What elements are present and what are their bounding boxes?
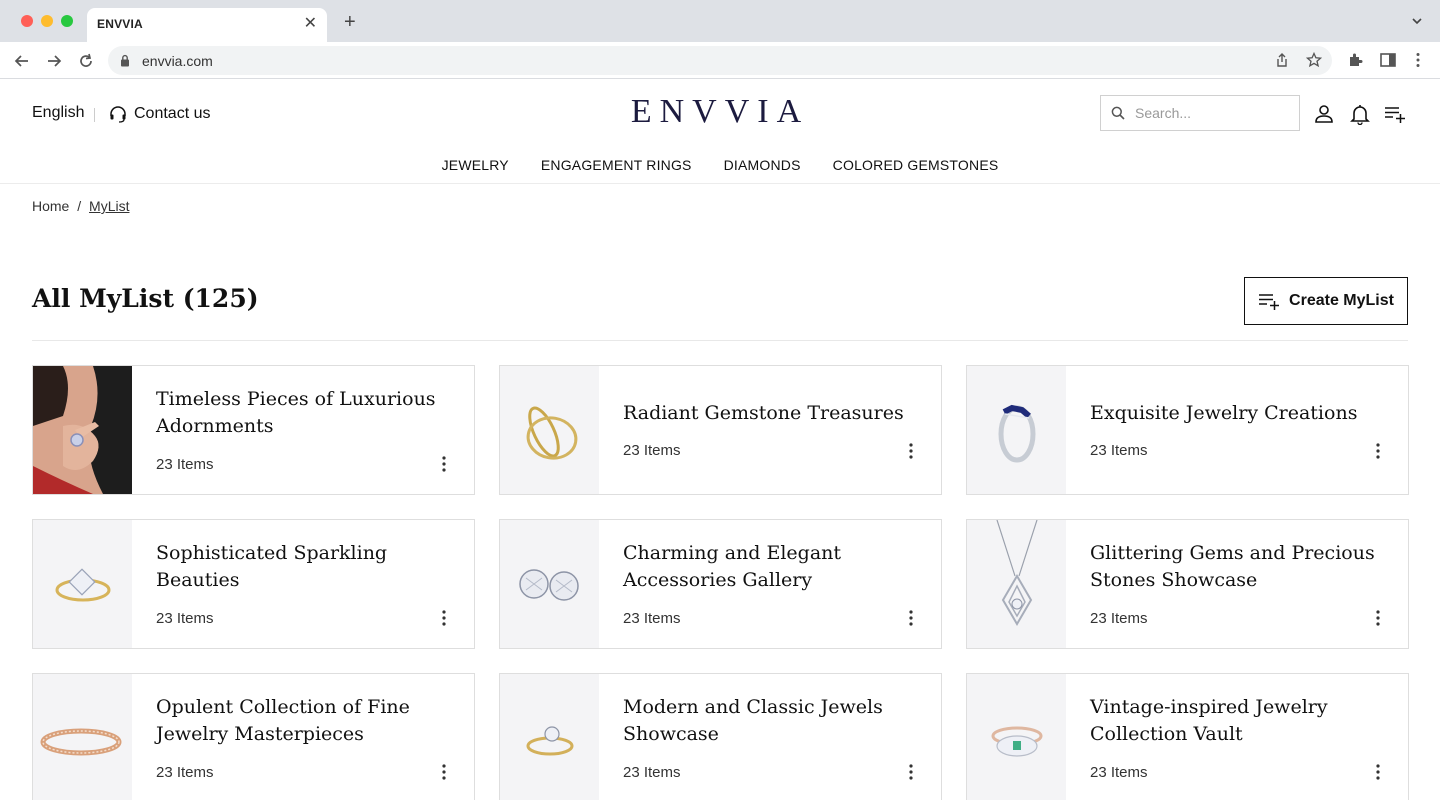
card-title[interactable]: Opulent Collection of Fine Jewelry Maste… — [156, 694, 454, 748]
search-box[interactable] — [1100, 95, 1300, 131]
solitaire-ring-image — [526, 726, 574, 756]
minimize-window-button[interactable] — [41, 15, 53, 27]
tab-close-icon[interactable]: ✕ — [304, 14, 317, 34]
card-item-count: 23 Items — [156, 455, 214, 473]
breadcrumb: Home / MyList — [32, 198, 129, 214]
card-title[interactable]: Timeless Pieces of Luxurious Adornments — [156, 386, 454, 440]
nav-jewelry[interactable]: JEWELRY — [442, 157, 509, 173]
address-bar[interactable]: envvia.com — [108, 46, 1332, 75]
create-list-icon — [1259, 294, 1280, 310]
lock-icon — [121, 54, 129, 67]
more-options-icon[interactable] — [434, 608, 454, 628]
new-tab-icon[interactable]: + — [344, 12, 356, 32]
site-header: English Contact us ENVVIA JEWELRY ENGAGE… — [0, 79, 1440, 184]
more-options-icon[interactable] — [434, 762, 454, 782]
emerald-halo-ring-image — [991, 726, 1043, 757]
card-item-count: 23 Items — [1090, 442, 1148, 459]
mylist-card[interactable]: Modern and Classic Jewels Showcase 23 It… — [499, 673, 942, 800]
card-item-count: 23 Items — [1090, 609, 1148, 627]
card-thumbnail — [33, 674, 132, 800]
princess-cut-ring-image — [55, 568, 111, 602]
extensions-icon[interactable] — [1347, 51, 1365, 69]
breadcrumb-current[interactable]: MyList — [89, 198, 129, 214]
card-item-count: 23 Items — [623, 763, 681, 781]
mylist-card[interactable]: Opulent Collection of Fine Jewelry Maste… — [32, 673, 475, 800]
nav-engagement-rings[interactable]: ENGAGEMENT RINGS — [541, 157, 692, 173]
mylist-card[interactable]: Timeless Pieces of Luxurious Adornments … — [32, 365, 475, 495]
star-icon[interactable] — [1306, 52, 1322, 68]
card-thumbnail — [967, 520, 1066, 648]
card-thumbnail — [500, 674, 599, 800]
card-item-count: 23 Items — [1090, 763, 1148, 781]
diamond-pendant-image — [996, 520, 1038, 626]
close-window-button[interactable] — [21, 15, 33, 27]
mylist-card[interactable]: Glittering Gems and Precious Stones Show… — [966, 519, 1409, 649]
search-input[interactable] — [1135, 96, 1295, 130]
more-options-icon[interactable] — [1368, 762, 1388, 782]
mylist-card[interactable]: Charming and Elegant Accessories Gallery… — [499, 519, 942, 649]
nav-colored-gemstones[interactable]: COLORED GEMSTONES — [833, 157, 999, 173]
notification-bell-icon[interactable] — [1349, 103, 1371, 125]
tab-search-icon[interactable] — [1410, 14, 1424, 28]
card-thumbnail — [500, 520, 599, 648]
card-item-count: 23 Items — [156, 763, 214, 781]
share-icon[interactable] — [1274, 52, 1290, 68]
forward-icon[interactable] — [44, 51, 64, 71]
card-thumbnail — [33, 366, 132, 494]
reload-icon[interactable] — [76, 51, 96, 71]
main-navigation: JEWELRY ENGAGEMENT RINGS DIAMONDS COLORE… — [0, 157, 1440, 173]
mylist-card[interactable]: Sophisticated Sparkling Beauties 23 Item… — [32, 519, 475, 649]
mylist-icon[interactable] — [1384, 103, 1406, 125]
mylist-card[interactable]: Vintage-inspired Jewelry Collection Vaul… — [966, 673, 1409, 800]
gold-band-pair-image — [526, 406, 578, 460]
card-item-count: 23 Items — [156, 609, 214, 627]
mylist-card[interactable]: Radiant Gemstone Treasures 23 Items — [499, 365, 942, 495]
title-divider — [32, 340, 1408, 341]
browser-tabbar: ENVVIA ✕ + — [0, 0, 1440, 42]
card-title[interactable]: Glittering Gems and Precious Stones Show… — [1090, 540, 1388, 594]
tab-title: ENVVIA — [97, 17, 143, 31]
rose-gold-eternity-band-image — [40, 728, 122, 756]
back-icon[interactable] — [12, 51, 32, 71]
more-options-icon[interactable] — [1368, 441, 1388, 461]
card-title[interactable]: Vintage-inspired Jewelry Collection Vaul… — [1090, 694, 1388, 748]
card-thumbnail — [967, 366, 1066, 494]
card-thumbnail — [967, 674, 1066, 800]
more-options-icon[interactable] — [901, 608, 921, 628]
more-options-icon[interactable] — [434, 454, 454, 474]
page-title: All MyList (125) — [32, 284, 259, 313]
nav-diamonds[interactable]: DIAMONDS — [724, 157, 801, 173]
card-item-count: 23 Items — [623, 609, 681, 627]
card-item-count: 23 Items — [623, 442, 681, 459]
breadcrumb-home[interactable]: Home — [32, 198, 69, 214]
side-panel-icon[interactable] — [1379, 51, 1397, 69]
card-title[interactable]: Charming and Elegant Accessories Gallery — [623, 540, 921, 594]
maximize-window-button[interactable] — [61, 15, 73, 27]
create-mylist-button[interactable]: Create MyList — [1244, 277, 1408, 325]
card-title[interactable]: Modern and Classic Jewels Showcase — [623, 694, 921, 748]
sapphire-band-image — [998, 404, 1036, 463]
card-title[interactable]: Exquisite Jewelry Creations — [1090, 400, 1388, 427]
diamond-studs-image — [519, 569, 579, 601]
card-thumbnail — [33, 520, 132, 648]
account-icon[interactable] — [1313, 103, 1335, 125]
card-title[interactable]: Sophisticated Sparkling Beauties — [156, 540, 454, 594]
more-options-icon[interactable] — [1368, 608, 1388, 628]
model-hand-ring-image — [33, 366, 132, 494]
mylist-card[interactable]: Exquisite Jewelry Creations 23 Items — [966, 365, 1409, 495]
browser-toolbar: envvia.com — [0, 42, 1440, 79]
create-mylist-label: Create MyList — [1289, 292, 1394, 309]
browser-tab[interactable]: ENVVIA ✕ — [87, 8, 327, 42]
more-icon[interactable] — [1409, 51, 1427, 69]
card-thumbnail — [500, 366, 599, 494]
more-options-icon[interactable] — [901, 762, 921, 782]
more-options-icon[interactable] — [901, 441, 921, 461]
breadcrumb-separator: / — [77, 198, 82, 214]
card-title[interactable]: Radiant Gemstone Treasures — [623, 400, 921, 427]
url-text: envvia.com — [142, 53, 213, 69]
mylist-grid: Timeless Pieces of Luxurious Adornments … — [32, 365, 1409, 800]
search-icon — [1111, 106, 1125, 120]
